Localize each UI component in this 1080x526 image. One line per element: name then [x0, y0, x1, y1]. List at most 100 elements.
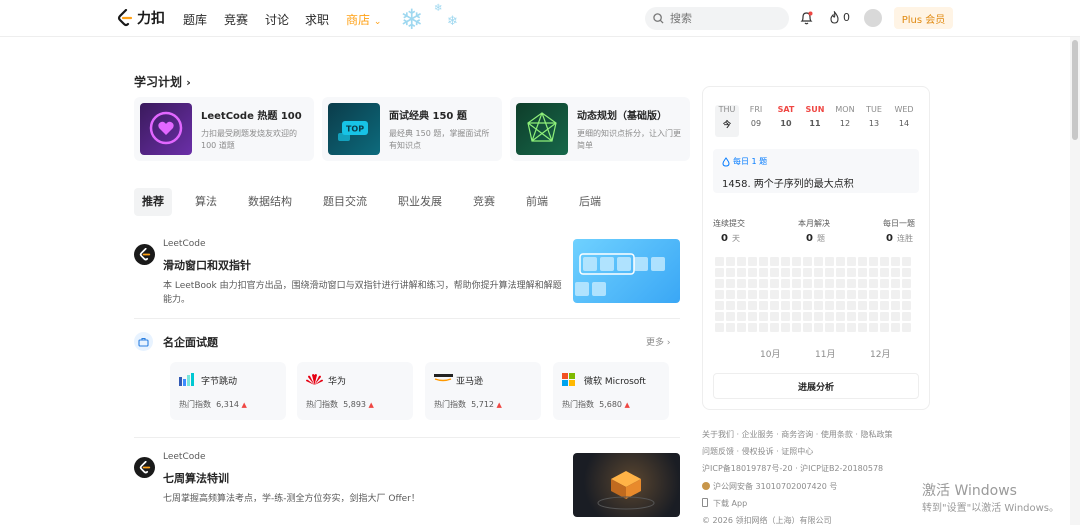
plan-card-top150[interactable]: TOP 面试经典 150 题 最经典 150 题，掌握面试所有知识点: [322, 97, 502, 161]
heatmap-cell: [825, 323, 834, 332]
calendar-day-today[interactable]: THU 今: [715, 105, 739, 137]
footer-police[interactable]: 沪公网安备 31010702007420 号: [702, 481, 837, 492]
trend-up-icon: ▲: [368, 401, 374, 409]
plan-thumb-top: TOP: [328, 103, 380, 155]
nav-shop[interactable]: 商店 ⌄: [346, 11, 381, 28]
heatmap-cell: [792, 301, 801, 310]
plan-desc: 力扣最受刷题发烧友欢迎的 100 道题: [201, 129, 297, 150]
tab-frontend[interactable]: 前端: [518, 188, 556, 216]
heatmap-cell: [737, 290, 746, 299]
more-link[interactable]: 更多 ›: [646, 335, 671, 348]
footer-icp[interactable]: 沪ICP备18019787号-20 · 沪ICP证B2-20180578: [702, 463, 883, 474]
scrollbar-thumb[interactable]: [1072, 40, 1078, 140]
heatmap-cell: [902, 268, 911, 277]
nav-contest[interactable]: 竞赛: [224, 11, 248, 28]
heatmap-cell: [748, 312, 757, 321]
hot-index: 热门指数 5,680 ▲: [562, 399, 630, 410]
heatmap-cell: [715, 279, 724, 288]
streak-counter[interactable]: 0: [829, 11, 850, 24]
calendar-day[interactable]: FRI 09: [744, 105, 768, 128]
logo-text: 力扣: [137, 11, 165, 27]
snowflake-icon: ❄: [400, 3, 424, 36]
heatmap-cell: [858, 268, 867, 277]
feed-title[interactable]: 七周算法特训: [163, 470, 229, 486]
heatmap-cell: [836, 323, 845, 332]
company-name: 亚马逊: [456, 377, 484, 387]
trend-up-icon: ▲: [624, 401, 630, 409]
tab-career[interactable]: 职业发展: [390, 188, 450, 216]
heatmap-cell: [726, 290, 735, 299]
nav-problems[interactable]: 题库: [183, 11, 207, 28]
heatmap-cell: [770, 301, 779, 310]
calendar-day[interactable]: SAT 10: [774, 105, 798, 128]
footer-download[interactable]: 下载 App: [702, 498, 747, 509]
calendar-day[interactable]: TUE 13: [862, 105, 886, 128]
search-box[interactable]: [645, 7, 789, 30]
avatar[interactable]: [864, 9, 882, 27]
weekday-label: SUN: [805, 105, 825, 114]
leetcode-avatar-icon[interactable]: [134, 244, 155, 265]
company-card-microsoft[interactable]: 微软 Microsoft 热门指数 5,680 ▲: [553, 362, 669, 420]
heatmap-cell: [715, 257, 724, 266]
heatmap-cell: [836, 312, 845, 321]
leetcode-logo[interactable]: 力扣: [117, 8, 165, 28]
stat-number: 0: [721, 233, 728, 244]
tab-data-structure[interactable]: 数据结构: [240, 188, 300, 216]
feed-cover-seven-weeks[interactable]: [573, 453, 680, 517]
bell-icon[interactable]: [800, 11, 813, 25]
plan-thumb-network: [516, 103, 568, 155]
daily-question-card[interactable]: 每日 1 题 1458. 两个子序列的最大点积: [713, 149, 919, 193]
heatmap-cell: [847, 268, 856, 277]
trend-up-icon: ▲: [241, 401, 247, 409]
feed-title[interactable]: 滑动窗口和双指针: [163, 257, 251, 273]
feed-source[interactable]: LeetCode: [163, 239, 206, 249]
heatmap-cell: [902, 312, 911, 321]
leetcode-logo-icon: [139, 461, 150, 474]
nav-discuss[interactable]: 讨论: [265, 11, 289, 28]
heatmap-cell: [869, 279, 878, 288]
stat-unit: 连胜: [896, 234, 913, 243]
company-card-huawei[interactable]: 华为 热门指数 5,893 ▲: [297, 362, 413, 420]
feed-cover-sliding-window[interactable]: [573, 239, 680, 303]
plan-card-hot100[interactable]: LeetCode 热题 100 力扣最受刷题发烧友欢迎的 100 道题: [134, 97, 314, 161]
heatmap-cell: [803, 301, 812, 310]
stat-value: 0天: [721, 233, 740, 244]
tab-problem-discuss[interactable]: 题目交流: [315, 188, 375, 216]
heatmap-cell: [891, 290, 900, 299]
footer-links[interactable]: 问题反馈 · 侵权投诉 · 证照中心: [702, 446, 813, 457]
plan-card-dp[interactable]: 动态规划（基础版） 更细的知识点拆分，让入门更简单: [510, 97, 690, 161]
daily-question-title[interactable]: 1458. 两个子序列的最大点积: [722, 175, 854, 190]
stat-unit: 天: [731, 234, 740, 243]
calendar-day[interactable]: SUN 11: [803, 105, 827, 128]
search-input[interactable]: [670, 12, 770, 25]
heatmap-cell: [792, 312, 801, 321]
search-icon: [653, 13, 664, 24]
leetcode-avatar-icon[interactable]: [134, 457, 155, 478]
heatmap-cell: [715, 323, 724, 332]
tab-recommend[interactable]: 推荐: [134, 188, 172, 216]
tab-algorithm[interactable]: 算法: [187, 188, 225, 216]
tab-contest[interactable]: 竞赛: [465, 188, 503, 216]
heatmap-cell: [880, 312, 889, 321]
plus-member-button[interactable]: Plus 会员: [894, 7, 953, 29]
heatmap-cell: [858, 301, 867, 310]
heatmap-cell: [737, 268, 746, 277]
month-label: 10月: [760, 350, 781, 360]
footer-links[interactable]: 关于我们 · 企业服务 · 商务咨询 · 使用条款 · 隐私政策: [702, 429, 893, 440]
study-plan-title[interactable]: 学习计划 ›: [134, 73, 191, 90]
company-card-bytedance[interactable]: 字节跳动 热门指数 6,314 ▲: [170, 362, 286, 420]
flame-icon: [830, 11, 839, 24]
nav-jobs[interactable]: 求职: [305, 11, 329, 28]
heatmap-cell: [792, 290, 801, 299]
company-card-amazon[interactable]: 亚马逊 热门指数 5,712 ▲: [425, 362, 541, 420]
calendar-day[interactable]: WED 14: [892, 105, 916, 128]
date-label: 14: [898, 119, 910, 128]
progress-analysis-button[interactable]: 进展分析: [713, 373, 919, 399]
tab-backend[interactable]: 后端: [571, 188, 609, 216]
top-badge-icon: TOP: [338, 121, 368, 141]
calendar-day[interactable]: MON 12: [833, 105, 857, 128]
heatmap-cell: [803, 268, 812, 277]
huawei-logo-icon: [306, 374, 323, 385]
feed-source[interactable]: LeetCode: [163, 452, 206, 462]
study-plan-label: 学习计划: [134, 75, 183, 89]
